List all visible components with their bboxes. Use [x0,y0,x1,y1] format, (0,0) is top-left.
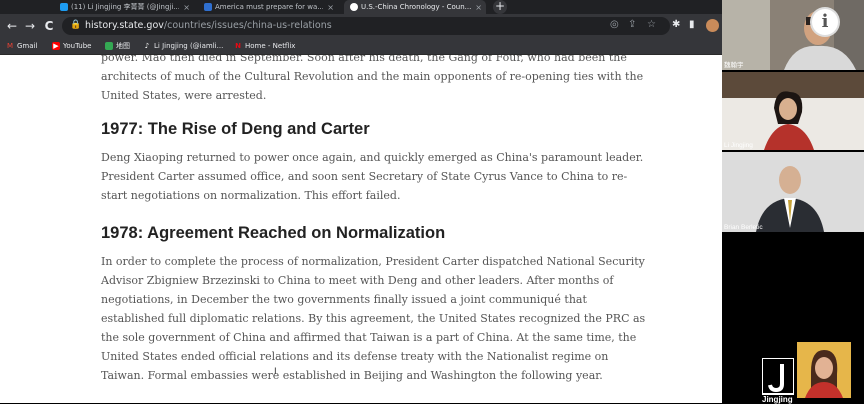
bookmarks-bar: M Gmail ▶ YouTube 地图 ♪ Li Jingjing (@iam… [0,38,722,55]
text-line: Deng Xiaoping returned to power once aga… [101,151,644,164]
tab-title: U.S.-China Chronology - Coun... [361,3,472,11]
text-line: the sole government of China and affirme… [101,331,637,344]
participant-video [722,72,864,150]
bookmark-youtube[interactable]: ▶ YouTube [52,40,91,52]
text-cursor-icon: I [274,367,277,377]
forward-button[interactable]: → [22,18,38,34]
text-line: United States, were arrested. [101,89,267,102]
netflix-icon: N [235,42,241,50]
participant-name: Brian Berletic [724,224,763,231]
participant-tile-3[interactable]: Brian Berletic [722,152,864,232]
maps-icon [105,42,113,50]
info-icon[interactable]: i [812,9,838,35]
tab-article[interactable]: America must prepare for wa... × [198,0,338,14]
section-heading-1978: 1978: Agreement Reached on Normalization [101,224,446,242]
section-heading-1977: 1977: The Rise of Deng and Carter [101,120,370,138]
page-content: power. Mao then died in September. Soon … [0,55,722,403]
close-icon[interactable]: × [327,3,334,12]
side-panel-icon[interactable]: ▮ [689,19,695,30]
text-line: Taiwan. Formal embassies were establishe… [101,369,603,382]
toolbar: ← → C 🔒 history.state.gov/countries/issu… [0,14,722,38]
youtube-icon: ▶ [52,42,60,50]
tab-strip: (11) Li Jingjing 李菁菁 (@Jingji... × Ameri… [0,0,722,14]
bookmark-star-icon[interactable]: ☆ [647,19,656,30]
host-video[interactable] [797,342,851,398]
browser-window: (11) Li Jingjing 李菁菁 (@Jingji... × Ameri… [0,0,722,403]
bookmark-netflix[interactable]: N Home - Netflix [234,40,295,52]
profile-avatar[interactable] [706,19,719,32]
text-line: United States ended official relations a… [101,350,609,363]
participant-video [722,152,864,232]
participant-tile-2[interactable]: Li Jingjing [722,72,864,150]
tab-title: America must prepare for wa... [215,3,324,11]
url-path: /countries/issues/china-us-relations [163,20,332,31]
section-paragraph-1977: Deng Xiaoping returned to power once aga… [101,148,644,205]
bookmark-maps[interactable]: 地图 [105,40,130,52]
text-line: negotiations, in December the two govern… [101,293,587,306]
participant-tile-1[interactable]: 魏翰宇 [722,0,864,70]
bookmark-label: YouTube [63,42,92,50]
bookmark-label: Li Jingjing (@iamli... [154,42,224,50]
bookmark-icon [204,3,212,11]
gmail-icon: M [6,42,14,50]
back-button[interactable]: ← [4,18,20,34]
participant-name: Li Jingjing [724,142,753,149]
bookmark-label: Home - Netflix [245,42,296,50]
share-icon[interactable]: ⇪ [628,19,636,30]
text-line: architects of much of the Cultural Revol… [101,70,644,83]
participant-video [797,342,851,398]
bookmark-tiktok[interactable]: ♪ Li Jingjing (@iamli... [143,40,224,52]
close-icon[interactable]: × [183,3,190,12]
tab-chronology[interactable]: U.S.-China Chronology - Coun... × [344,0,486,14]
text-line: President Carter assumed office, and soo… [101,170,628,183]
url-text[interactable]: history.state.gov/countries/issues/china… [85,20,332,31]
bookmark-gmail[interactable]: M Gmail [6,40,37,52]
twitter-icon [60,3,68,11]
tab-title: (11) Li Jingjing 李菁菁 (@Jingji... [71,3,180,11]
jingjing-logo [762,358,794,395]
seal-icon [350,3,358,11]
video-call-panel: 魏翰宇 i Li Jingjing Brian Berletic Jingjin… [722,0,864,404]
text-line: Advisor Zbigniew Brzezinski to China to … [101,274,614,287]
url-domain: history.state.gov [85,20,164,31]
close-icon[interactable]: × [475,3,482,12]
text-line: established full diplomatic relations. B… [101,312,646,325]
bookmark-label: Gmail [17,42,38,50]
participant-name: 魏翰宇 [724,62,744,69]
new-tab-button[interactable]: + [493,0,507,14]
text-line: In order to complete the process of norm… [101,255,645,268]
tiktok-icon: ♪ [144,42,150,50]
section-paragraph-1978: In order to complete the process of norm… [101,252,646,385]
lock-icon[interactable]: 🔒 [70,20,81,30]
reload-button[interactable]: C [41,18,57,34]
intro-paragraph: power. Mao then died in September. Soon … [101,55,644,105]
text-line: power. Mao then died in September. Soon … [101,55,627,64]
tab-twitter[interactable]: (11) Li Jingjing 李菁菁 (@Jingji... × [54,0,194,14]
google-lens-icon[interactable]: ◎ [610,19,619,30]
address-bar[interactable]: 🔒 history.state.gov/countries/issues/chi… [62,17,670,35]
extensions-icon[interactable]: ✱ [672,19,680,30]
text-line: start negotiations on normalization. Thi… [101,189,401,202]
bookmark-label: 地图 [116,42,130,50]
